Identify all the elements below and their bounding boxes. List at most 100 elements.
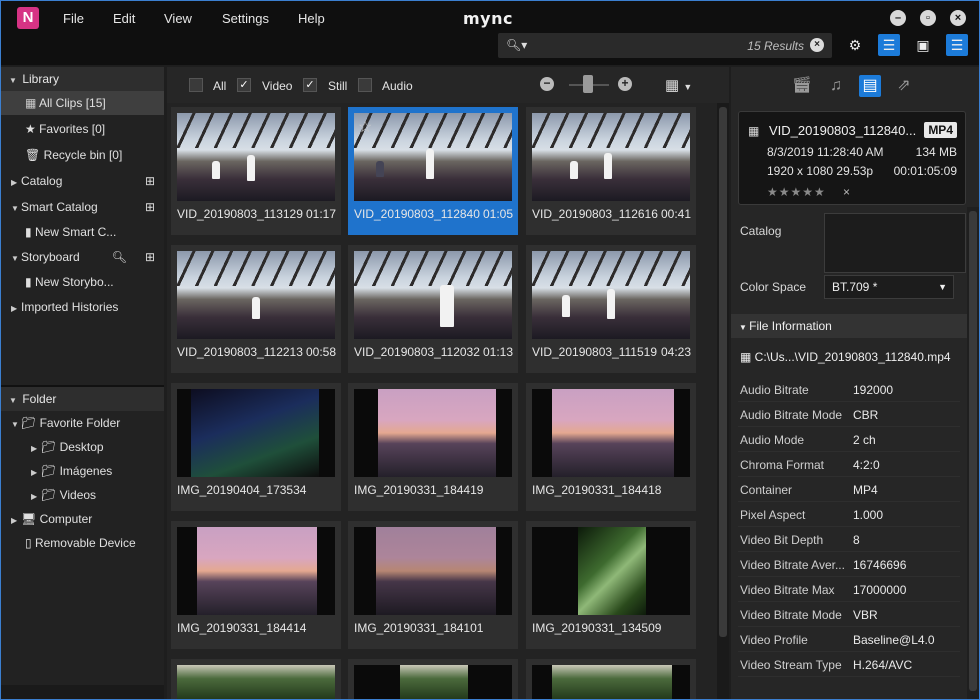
filter-audio-checkbox[interactable] — [358, 78, 372, 92]
search-icon[interactable]: 🔍︎▾ — [506, 38, 527, 52]
clapper-icon[interactable]: 🎬︎ — [791, 75, 813, 97]
image-view-icon[interactable]: ▣ — [912, 34, 934, 56]
sidebar-item-favorites[interactable]: ★ Favorites [0] — [25, 117, 105, 141]
clip-duration: 00:41 — [660, 207, 691, 221]
app-title: mync — [463, 9, 513, 28]
file-information-header[interactable]: ▼ File Information — [731, 314, 967, 338]
expand-triangle-icon: ▶ — [11, 178, 18, 187]
clear-search-icon[interactable]: × — [810, 38, 824, 52]
clip-tile[interactable]: IMG_20190331_184101 — [348, 521, 518, 649]
book-icon: ▮ — [25, 225, 35, 239]
clip-name: VID_20190803_112213 — [177, 345, 303, 359]
zoom-in-icon[interactable]: + — [618, 77, 632, 91]
menu-view[interactable]: View — [164, 11, 192, 26]
collapse-triangle-icon: ▼ — [739, 323, 750, 332]
filter-video-checkbox[interactable]: ✓ — [237, 78, 251, 92]
add-smart-catalog-icon[interactable]: ⊞ — [145, 195, 155, 219]
catalog-field[interactable] — [824, 213, 966, 273]
folder-item-videos[interactable]: ▶ 📁︎ Videos — [31, 483, 96, 507]
clip-tile[interactable]: VID_20190803_112616 00:41 — [526, 107, 696, 235]
clip-tile-selected[interactable]: ☆ VID_20190803_112840 01:05 — [348, 107, 518, 235]
minimize-icon[interactable]: – — [890, 10, 906, 26]
sidebar-item-storyboard[interactable]: ▼ Storyboard 🔍︎ ⊞ — [11, 245, 161, 269]
sidebar-item-imported-histories[interactable]: ▶ Imported Histories — [11, 295, 118, 319]
sidebar-item-all-clips[interactable]: ▦ All Clips [15] — [1, 91, 164, 115]
folder-item-imagenes[interactable]: ▶ 📁︎ Imágenes — [31, 459, 112, 483]
catalog-label: Catalog — [740, 224, 782, 238]
folder-item-favorite-folder[interactable]: ▼ 📁︎ Favorite Folder — [11, 411, 120, 435]
sidebar-item-new-smart-catalog[interactable]: ▮ New Smart C... — [25, 220, 116, 244]
menu-file[interactable]: File — [63, 11, 84, 26]
clip-tile[interactable]: VID_20190803_113129 01:17 — [171, 107, 341, 235]
inspector-tabs: 🎬︎ ♫ ▤ ⇗ — [731, 67, 979, 105]
folder-item-desktop[interactable]: ▶ 📁︎ Desktop — [31, 435, 104, 459]
zoom-slider-handle[interactable] — [583, 75, 593, 93]
add-storyboard-icon[interactable]: ⊞ — [145, 245, 155, 269]
rating-stars[interactable]: ★★★★★ — [767, 185, 826, 199]
close-icon[interactable]: × — [950, 10, 966, 26]
details-panel-icon[interactable]: ☰ — [946, 34, 968, 56]
filter-video-label: Video — [262, 79, 293, 93]
music-note-icon[interactable]: ♫ — [825, 75, 847, 97]
clip-tile[interactable]: IMG_20190404_173534 — [171, 383, 341, 511]
star-icon: ★ — [25, 122, 40, 136]
clip-tile[interactable] — [526, 659, 696, 699]
menu-settings[interactable]: Settings — [222, 11, 269, 26]
collapse-triangle-icon: ▼ — [11, 420, 19, 429]
sidebar-item-recycle-bin[interactable]: 🗑︎ Recycle bin [0] — [25, 143, 122, 167]
grid-scrollbar-thumb[interactable] — [719, 107, 727, 637]
clip-tile[interactable]: VID_20190803_112213 00:58 — [171, 245, 341, 373]
property-row: Video Bit Depth 8 — [738, 528, 960, 552]
book-icon: ▮ — [25, 275, 35, 289]
clip-tile[interactable]: IMG_20190331_184418 — [526, 383, 696, 511]
inspector-scrollbar[interactable] — [967, 207, 979, 699]
clip-tile[interactable]: IMG_20190331_134509 — [526, 521, 696, 649]
clip-info-icon[interactable]: ▤ — [859, 75, 881, 97]
sidebar-item-new-storyboard[interactable]: ▮ New Storybo... — [25, 270, 114, 294]
clip-duration: 04:23 — [660, 345, 691, 359]
search-bar[interactable]: 🔍︎▾ 15 Results × — [498, 33, 832, 58]
export-icon[interactable]: ⇗ — [893, 75, 915, 97]
maximize-icon[interactable]: ▫ — [920, 10, 936, 26]
sidebar-item-smart-catalog[interactable]: ▼ Smart Catalog ⊞ — [11, 195, 161, 219]
property-row: Video Bitrate Aver... 16746696 — [738, 553, 960, 577]
sidebar-scrollbar[interactable] — [1, 685, 164, 699]
clip-tile[interactable]: VID_20190803_111519 04:23 — [526, 245, 696, 373]
property-row: Video Stream Type H.264/AVC — [738, 653, 960, 677]
search-storyboard-icon[interactable]: 🔍︎ — [112, 245, 127, 269]
clip-tile[interactable]: IMG_20190331_184414 — [171, 521, 341, 649]
filter-all-checkbox[interactable] — [189, 78, 203, 92]
gear-icon[interactable]: ⚙ — [844, 34, 866, 56]
clip-tile[interactable]: VID_20190803_112032 01:13 — [348, 245, 518, 373]
inspector-scrollbar-thumb[interactable] — [969, 211, 977, 691]
menu-edit[interactable]: Edit — [113, 11, 135, 26]
folder-header[interactable]: ▼ Folder — [1, 387, 164, 411]
menu-help[interactable]: Help — [298, 11, 325, 26]
folder-item-removable-device[interactable]: ▯ Removable Device — [25, 531, 136, 555]
clear-rating-icon[interactable]: × — [843, 185, 850, 199]
clip-tile[interactable] — [171, 659, 341, 699]
dropdown-arrow-icon: ▼ — [938, 282, 947, 292]
folder-item-computer[interactable]: ▶ 🖥︎ Computer — [11, 507, 92, 531]
selected-clip-card: ▦ VID_20190803_112840... MP4 8/3/2019 11… — [738, 111, 966, 205]
clip-grid: All ✓ Video ✓ Still Audio − + ▦ ▼ VID_20… — [167, 67, 729, 699]
app-logo: N — [17, 7, 39, 29]
list-view-icon[interactable]: ☰ — [878, 34, 900, 56]
clip-thumbnail — [532, 389, 690, 477]
clip-name: VID_20190803_112616 — [532, 207, 658, 221]
clip-tile[interactable]: IMG_20190331_184419 — [348, 383, 518, 511]
clip-thumbnail — [177, 665, 335, 699]
selected-clip-name: VID_20190803_112840... — [769, 123, 917, 138]
sidebar-item-catalog[interactable]: ▶ Catalog ⊞ — [11, 169, 161, 193]
library-header[interactable]: ▼ Library — [1, 67, 164, 91]
search-results-count: 15 Results — [747, 39, 804, 53]
grid-layout-icon[interactable]: ▦ ▼ — [665, 76, 692, 94]
collapse-triangle-icon: ▼ — [11, 254, 19, 263]
filter-still-checkbox[interactable]: ✓ — [303, 78, 317, 92]
color-space-select[interactable]: BT.709 * ▼ — [824, 275, 954, 299]
favorite-star-icon[interactable]: ☆ — [358, 117, 372, 137]
zoom-out-icon[interactable]: − — [540, 77, 554, 91]
add-catalog-icon[interactable]: ⊞ — [145, 169, 155, 193]
clip-tile[interactable] — [348, 659, 518, 699]
property-row: Video Profile Baseline@L4.0 — [738, 628, 960, 652]
